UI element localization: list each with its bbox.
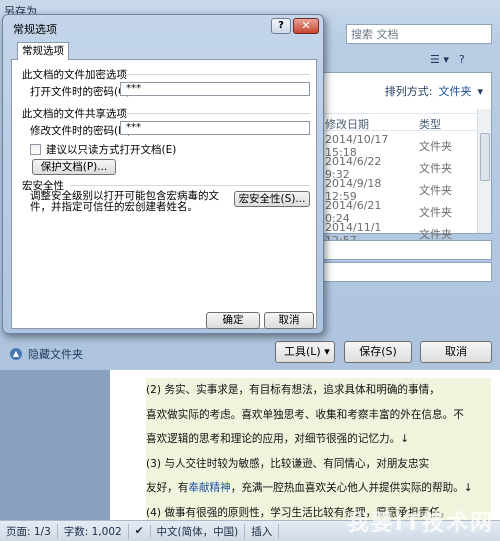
chevron-up-icon: ▲ (10, 348, 22, 360)
help-icon[interactable]: ? (459, 53, 465, 66)
text-line: 友好，有奉献精神，充满一腔热血喜欢关心他人并提供实际的帮助。↓ (146, 476, 491, 501)
divider (70, 185, 310, 186)
hide-folders-label: 隐藏文件夹 (28, 348, 83, 361)
chevron-down-icon: ▾ (324, 345, 330, 358)
readonly-checkbox[interactable]: 建议以只读方式打开文档(E) (30, 142, 176, 157)
language-indicator[interactable]: 中文(简体，中国) (151, 523, 246, 539)
highlighted-text: 奉献精神 (188, 482, 231, 494)
list-item[interactable]: 2014/6/21 0:24 文件夹 (321, 199, 491, 225)
filetype-select[interactable] (320, 262, 492, 282)
hide-folders-toggle[interactable]: ▲ 隐藏文件夹 (10, 346, 83, 362)
view-options-icon[interactable]: ☰ ▾ (430, 53, 449, 66)
column-type[interactable]: 类型 (409, 114, 445, 131)
share-section-title: 此文档的文件共享选项 (22, 108, 127, 120)
document-text: (2) 务实、实事求是，有目标有想法，追求具体和明确的事情， 喜欢做实际的考虑。… (146, 378, 491, 525)
help-button[interactable]: ? (271, 18, 291, 34)
watermark: 我要IT技术网 (346, 511, 494, 536)
word-count[interactable]: 字数: 1,002 (58, 523, 129, 539)
document-page: (2) 务实、实事求是，有目标有想法，追求具体和明确的事情， 喜欢做实际的考虑。… (110, 370, 500, 525)
filename-field[interactable] (320, 240, 492, 260)
protect-document-button[interactable]: 保护文档(P)... (32, 159, 116, 175)
macro-description: 调整安全级别以打开可能包含宏病毒的文件，并指定可信任的宏创建者姓名。 (30, 190, 219, 213)
general-options-dialog: 常规选项 ? ✕ 常规选项 此文档的文件加密选项 打开文件时的密码(O): **… (2, 14, 324, 334)
column-header: 修改日期 类型 (321, 113, 491, 131)
close-button[interactable]: ✕ (293, 18, 319, 34)
spellcheck-icon[interactable]: ✔ (129, 525, 151, 537)
view-toolbar: ☰ ▾ ? (320, 48, 500, 70)
list-item[interactable]: 2014/9/18 12:59 文件夹 (321, 177, 491, 203)
options-panel: 此文档的文件加密选项 打开文件时的密码(O): *** 此文档的文件共享选项 修… (11, 59, 317, 329)
file-list-pane: 排列方式: 文件夹 ▾ 修改日期 类型 2014/10/17 15:18 文件夹 … (320, 72, 492, 247)
cancel-button[interactable]: 取消 (264, 312, 314, 329)
dialog-title: 常规选项 (13, 23, 57, 36)
list-item[interactable]: 2014/6/22 9:32 文件夹 (321, 155, 491, 181)
macro-security-button[interactable]: 宏安全性(S)... (234, 191, 310, 207)
tools-button[interactable]: 工具(L) ▾ (275, 341, 335, 363)
modify-password-field[interactable]: *** (120, 121, 310, 135)
search-input[interactable]: 搜索 文档 (346, 24, 492, 44)
open-password-field[interactable]: *** (120, 82, 310, 96)
insert-mode[interactable]: 插入 (245, 523, 280, 539)
save-button[interactable]: 保存(S) (344, 341, 412, 363)
readonly-label: 建议以只读方式打开文档(E) (46, 144, 177, 156)
encrypt-section-title: 此文档的文件加密选项 (22, 69, 127, 81)
document-area: (2) 务实、实事求是，有目标有想法，追求具体和明确的事情， 喜欢做实际的考虑。… (0, 370, 500, 525)
column-modified-date[interactable]: 修改日期 (321, 114, 409, 131)
sort-dropdown[interactable]: 文件夹 (438, 83, 471, 99)
text-line: (2) 务实、实事求是，有目标有想法，追求具体和明确的事情， (146, 378, 491, 403)
checkbox-box[interactable] (30, 144, 41, 155)
vertical-scrollbar[interactable] (477, 109, 491, 233)
page-count[interactable]: 页面: 1/3 (0, 523, 58, 539)
chevron-down-icon[interactable]: ▾ (477, 85, 483, 98)
cancel-button[interactable]: 取消 (420, 341, 492, 363)
sort-bar: 排列方式: 文件夹 ▾ (321, 73, 491, 109)
text-line: (3) 与人交往时较为敏感，比较谦逊、有同情心，对朋友忠实 (146, 451, 491, 476)
ok-button[interactable]: 确定 (206, 312, 260, 329)
open-password-label: 打开文件时的密码(O): (30, 86, 134, 98)
scrollbar-thumb[interactable] (480, 133, 490, 181)
close-icon: ✕ (301, 19, 311, 32)
file-rows: 2014/10/17 15:18 文件夹 2014/6/22 9:32 文件夹 20… (321, 133, 491, 247)
divider (124, 113, 310, 114)
sort-label: 排列方式: (384, 85, 433, 98)
search-placeholder: 搜索 文档 (351, 28, 399, 41)
list-item[interactable]: 2014/10/17 15:18 文件夹 (321, 133, 491, 159)
divider (124, 74, 310, 75)
text-line: 喜欢逻辑的思考和理论的应用，对细节很强的记忆力。↓ (146, 427, 491, 452)
text-line: 喜欢做实际的考虑。喜欢单独思考、收集和考察丰富的外在信息。不 (146, 402, 491, 427)
tab-general-options[interactable]: 常规选项 (17, 42, 69, 60)
